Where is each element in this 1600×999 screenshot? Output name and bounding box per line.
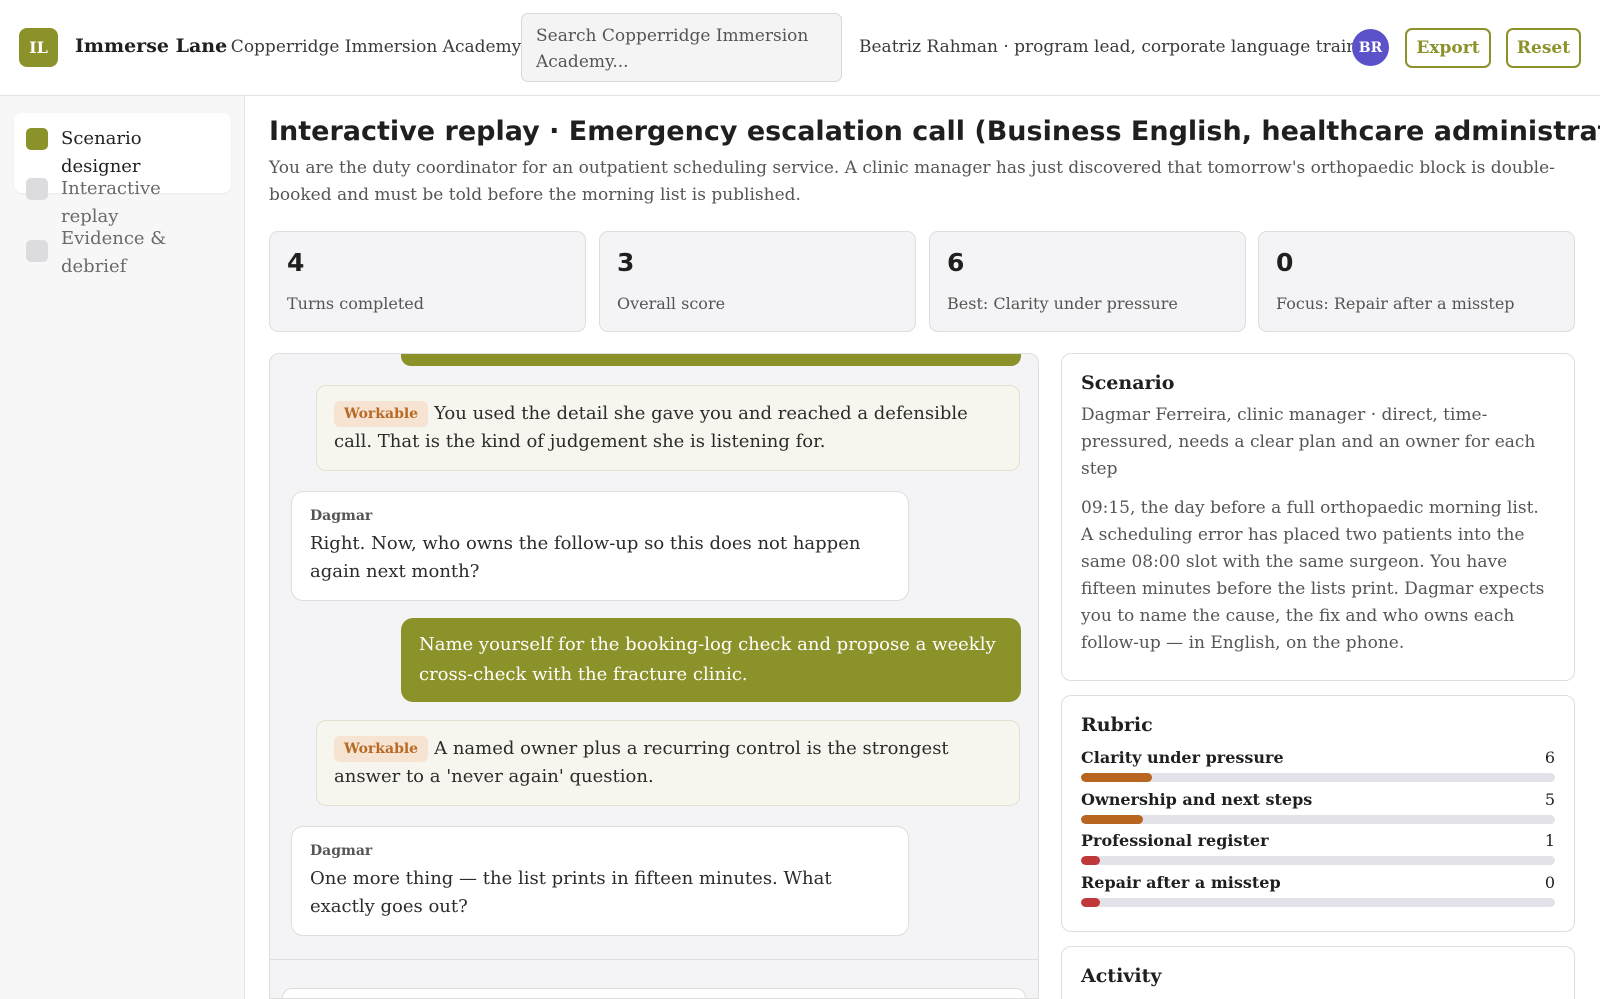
feedback-badge: Workable: [334, 736, 429, 762]
activity-title: Activity: [1081, 965, 1162, 987]
rubric-score: 5: [1544, 789, 1555, 809]
scenario-title: Scenario: [1081, 372, 1175, 394]
rubric-card: Rubric Clarity under pressure 6 Ownershi…: [1061, 695, 1575, 932]
rubric-row: Ownership and next steps 5: [1081, 790, 1555, 832]
message-bubble: Dagmar One more thing — the list prints …: [291, 826, 909, 936]
app-logo[interactable]: IL: [19, 28, 58, 67]
sidebar-item-evidence-debrief[interactable]: Evidence & debrief: [14, 213, 214, 293]
message-text: Right. Now, who owns the follow-up so th…: [310, 533, 861, 582]
rubric-bar-fill: [1081, 814, 1143, 824]
stat-value: 6: [947, 248, 965, 277]
page-title: Interactive replay · Emergency escalatio…: [269, 116, 1600, 147]
sidebar-item-label: Evidence & debrief: [61, 228, 167, 277]
top-bar: IL Immerse Lane · Copperridge Immersion …: [0, 0, 1600, 96]
rubric-label: Ownership and next steps: [1081, 789, 1313, 809]
stat-value: 3: [617, 248, 635, 277]
rubric-bar-fill: [1081, 773, 1153, 782]
rubric-row: Repair after a misstep 0: [1081, 873, 1555, 915]
app-name: Immerse Lane: [75, 35, 228, 57]
square-icon: [26, 128, 48, 150]
stat-label: Overall score: [617, 294, 726, 313]
rubric-score: 1: [1544, 831, 1555, 850]
feedback-card: Workable A named owner plus a recurring c…: [316, 720, 1020, 806]
page-description: You are the duty coordinator for an outp…: [269, 158, 1555, 205]
rubric-score: 6: [1544, 748, 1555, 767]
composer-divider: [270, 959, 1038, 960]
reset-button[interactable]: Reset: [1506, 28, 1581, 68]
rubric-row: Clarity under pressure 6: [1081, 748, 1555, 790]
reply-bubble: Name yourself for the booking-log check …: [401, 618, 1021, 702]
stat-card-overall-score: 3 Overall score: [599, 231, 916, 332]
stat-label: Best: Clarity under pressure: [947, 294, 1178, 313]
message-text: One more thing — the list prints in fift…: [310, 868, 832, 917]
reply-options[interactable]: [282, 988, 1026, 998]
export-button[interactable]: Export: [1405, 28, 1491, 68]
rubric-bar: [1081, 773, 1555, 782]
scenario-text: 09:15, the day before a full orthopaedic…: [1081, 498, 1545, 653]
activity-card: Activity: [1061, 946, 1575, 999]
scenario-card: Scenario Dagmar Ferreira, clinic manager…: [1061, 353, 1575, 681]
feedback-badge: Workable: [334, 401, 429, 427]
stat-value: 0: [1276, 248, 1294, 277]
sidebar: Scenario designer Interactive replay Evi…: [0, 96, 245, 999]
scenario-persona: Dagmar Ferreira, clinic manager · direct…: [1081, 405, 1536, 479]
stat-value: 4: [287, 248, 305, 277]
user-info: Beatriz Rahman · program lead, corporate…: [859, 37, 1385, 57]
stat-label: Turns completed: [287, 294, 424, 313]
message-bubble: Dagmar Right. Now, who owns the follow-u…: [291, 491, 909, 601]
stat-card-focus: 0 Focus: Repair after a misstep: [1258, 231, 1575, 332]
avatar[interactable]: BR: [1352, 29, 1389, 66]
rubric-bar: [1081, 897, 1555, 907]
rubric-label: Professional register: [1081, 831, 1269, 850]
square-icon: [26, 240, 48, 262]
transcript-panel[interactable]: Workable You used the detail she gave you…: [269, 353, 1039, 999]
rubric-title: Rubric: [1081, 714, 1153, 736]
stat-label: Focus: Repair after a misstep: [1276, 294, 1515, 313]
square-icon: [26, 178, 48, 200]
reply-bubble-partial: [401, 354, 1021, 366]
rubric-bar-fill: [1081, 897, 1100, 907]
org-name: · Copperridge Immersion Academy: [220, 37, 522, 57]
rubric-bar-fill: [1081, 856, 1100, 865]
rubric-label: Repair after a misstep: [1081, 872, 1281, 892]
rubric-label: Clarity under pressure: [1081, 748, 1284, 767]
stat-card-best: 6 Best: Clarity under pressure: [929, 231, 1246, 332]
rubric-bar: [1081, 814, 1555, 824]
message-speaker: Dagmar: [310, 508, 373, 524]
rubric-score: 0: [1544, 872, 1555, 892]
reply-text: Name yourself for the booking-log check …: [419, 634, 996, 685]
rubric-row: Professional register 1: [1081, 831, 1555, 873]
message-speaker: Dagmar: [310, 843, 373, 859]
rubric-bar: [1081, 856, 1555, 865]
search-input[interactable]: Search Copperridge Immersion Academy...: [521, 13, 842, 82]
feedback-text: You used the detail she gave you and rea…: [334, 403, 968, 452]
stat-card-turns: 4 Turns completed: [269, 231, 586, 332]
feedback-card: Workable You used the detail she gave you…: [316, 385, 1020, 471]
